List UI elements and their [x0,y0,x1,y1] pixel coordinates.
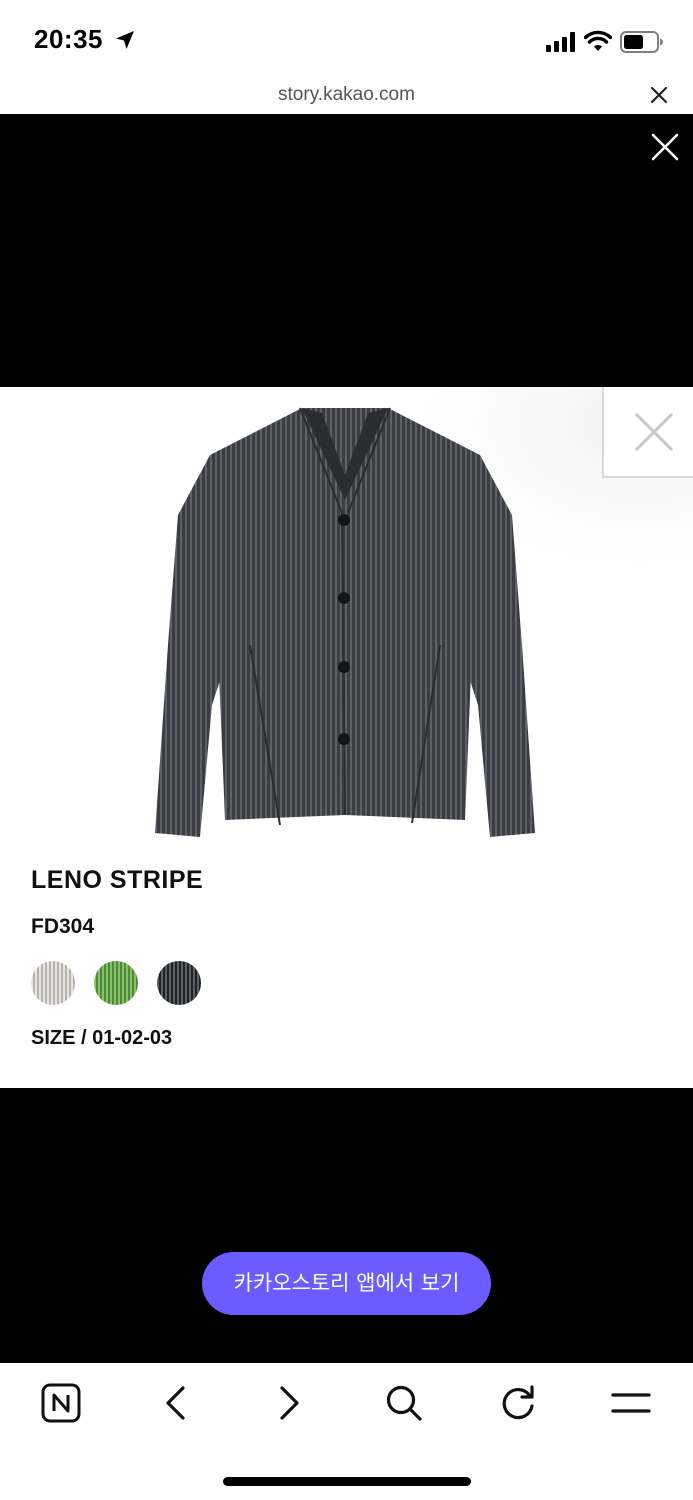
naver-home-icon[interactable] [41,1383,81,1423]
media-viewer-bottom [0,1088,693,1363]
wifi-icon [584,30,612,51]
ad-close-button[interactable] [602,387,693,478]
clock-time: 20:35 [34,24,103,54]
product-code: FD304 [31,915,95,938]
forward-icon[interactable] [278,1385,302,1421]
color-swatch-light-gray [31,961,75,1005]
open-in-app-button[interactable]: 카카오스토리 앱에서 보기 [202,1252,491,1315]
back-icon[interactable] [163,1385,187,1421]
jacket-image [155,407,535,837]
menu-icon[interactable] [611,1391,651,1415]
color-swatch-green [94,961,138,1005]
cellular-signal-icon [546,32,575,52]
ad-card[interactable]: LENO STRIPE FD304 SIZE / 01-02-03 [0,387,693,1088]
media-viewer-top [0,114,693,387]
close-icon [634,412,674,452]
search-icon[interactable] [385,1384,423,1422]
location-arrow-icon [116,31,134,49]
close-icon[interactable] [650,86,668,104]
size-info: SIZE / 01-02-03 [31,1027,173,1049]
url-text[interactable]: story.kakao.com [0,84,693,106]
status-bar: 20:35 [0,0,693,80]
reload-icon[interactable] [499,1384,537,1422]
home-indicator[interactable] [223,1477,471,1486]
product-name: LENO STRIPE [31,866,204,894]
battery-icon [620,31,663,53]
color-swatch-dark-gray [157,961,201,1005]
close-icon[interactable] [650,132,680,162]
browser-url-bar[interactable]: story.kakao.com [0,80,693,114]
